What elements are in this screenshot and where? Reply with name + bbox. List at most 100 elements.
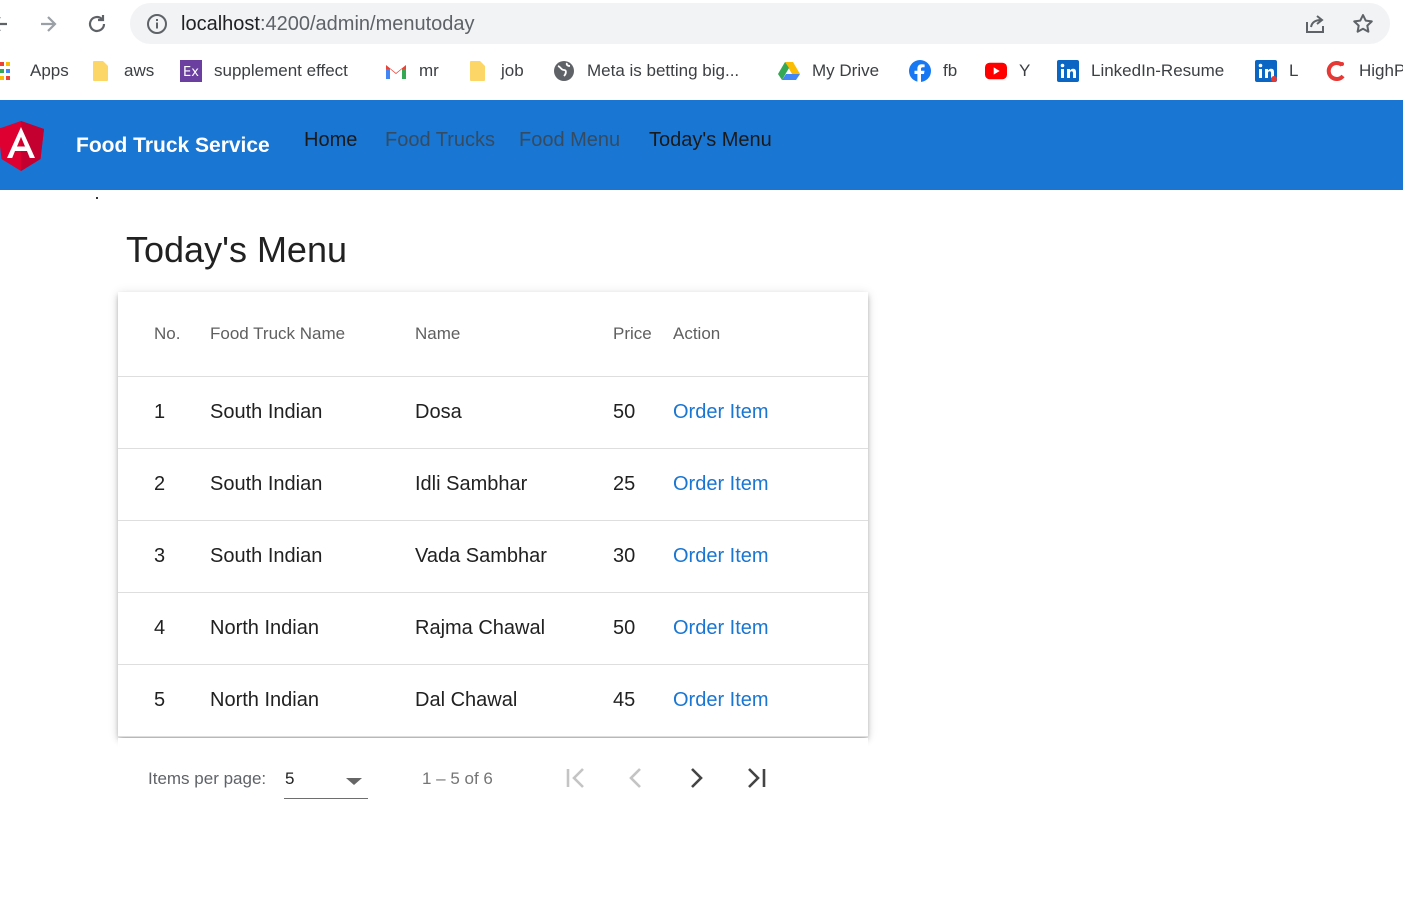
menu-table-card: No. Food Truck Name Name Price Action 1 … xyxy=(118,292,868,737)
bookmark-mr[interactable]: mr xyxy=(385,59,439,83)
nav-home[interactable]: Home xyxy=(304,128,357,152)
cell-truck-name: North Indian xyxy=(210,592,415,665)
stray-dot xyxy=(96,197,98,199)
url-host: localhost xyxy=(181,13,260,35)
cell-action: Order Item xyxy=(673,520,868,593)
cell-no: 1 xyxy=(118,376,210,449)
gmail-icon xyxy=(385,60,407,82)
dropdown-caret-icon xyxy=(346,778,362,785)
bookmark-label: Meta is betting big... xyxy=(587,61,740,80)
url-path: :4200/admin/menutoday xyxy=(259,13,475,35)
bookmark-apps[interactable]: Apps xyxy=(0,59,69,83)
app-toolbar: Food Truck Service Home Food Trucks Food… xyxy=(0,100,1403,190)
bookmark-my-drive[interactable]: My Drive xyxy=(778,59,879,83)
order-item-link[interactable]: Order Item xyxy=(673,473,769,495)
share-icon[interactable] xyxy=(1302,11,1328,37)
table-row: 2 South Indian Idli Sambhar 25 Order Ite… xyxy=(118,448,868,521)
col-header-price[interactable]: Price xyxy=(613,292,673,377)
bookmark-label: HighP xyxy=(1359,61,1403,80)
cell-action: Order Item xyxy=(673,664,868,737)
cell-price: 25 xyxy=(613,448,673,521)
table-header-row: No. Food Truck Name Name Price Action xyxy=(118,292,868,377)
google-drive-icon xyxy=(778,60,800,82)
linkedin-icon xyxy=(1255,60,1277,82)
paginator: Items per page: 5 1 – 5 of 6 xyxy=(118,738,868,820)
back-arrow-icon[interactable] xyxy=(0,8,16,40)
nav-food-trucks[interactable]: Food Trucks xyxy=(385,128,495,152)
cell-name: Dal Chawal xyxy=(415,664,613,737)
apps-grid-icon xyxy=(0,60,18,82)
bookmark-label: Y xyxy=(1019,61,1031,80)
col-header-name[interactable]: Name xyxy=(415,292,613,377)
c-logo-icon xyxy=(1325,60,1347,82)
bookmark-meta-article[interactable]: Meta is betting big... xyxy=(553,59,739,83)
bookmark-label: My Drive xyxy=(812,61,880,80)
next-page-button[interactable] xyxy=(678,760,714,796)
cell-truck-name: North Indian xyxy=(210,664,415,737)
bookmark-label: fb xyxy=(943,61,958,80)
cell-price: 30 xyxy=(613,520,673,593)
table-row: 3 South Indian Vada Sambhar 30 Order Ite… xyxy=(118,520,868,593)
bookmark-highp[interactable]: HighP xyxy=(1325,59,1403,83)
brand-title[interactable]: Food Truck Service xyxy=(76,134,270,158)
bookmark-label: mr xyxy=(419,61,439,80)
reload-icon[interactable] xyxy=(81,8,113,40)
ex-logo-icon: Ex xyxy=(180,60,202,82)
nav-food-menu[interactable]: Food Menu xyxy=(519,128,620,152)
chevron-left-icon xyxy=(629,768,641,788)
table-row: 4 North Indian Rajma Chawal 50 Order Ite… xyxy=(118,592,868,665)
cell-price: 50 xyxy=(613,376,673,449)
bookmark-job[interactable]: job xyxy=(467,59,524,83)
first-page-button[interactable] xyxy=(558,760,594,796)
page-title: Today's Menu xyxy=(126,229,347,270)
cell-no: 5 xyxy=(118,664,210,737)
bookmark-fb[interactable]: fb xyxy=(909,59,957,83)
cell-truck-name: South Indian xyxy=(210,520,415,593)
last-page-button[interactable] xyxy=(738,760,774,796)
order-item-link[interactable]: Order Item xyxy=(673,617,769,639)
order-item-link[interactable]: Order Item xyxy=(673,401,769,423)
angular-logo-icon xyxy=(0,121,44,171)
folder-icon xyxy=(90,60,112,82)
page-size-value: 5 xyxy=(285,769,295,788)
nav-todays-menu[interactable]: Today's Menu xyxy=(649,128,772,152)
site-info-icon[interactable] xyxy=(146,13,168,40)
browser-address-row: localhost:4200/admin/menutoday xyxy=(0,0,1403,48)
col-header-truck-name[interactable]: Food Truck Name xyxy=(210,292,415,377)
address-bar[interactable]: localhost:4200/admin/menutoday xyxy=(130,3,1390,44)
cell-name: Dosa xyxy=(415,376,613,449)
cell-truck-name: South Indian xyxy=(210,448,415,521)
col-header-label: Food Truck Name xyxy=(210,323,346,343)
col-header-label: No. xyxy=(154,323,181,343)
previous-page-button[interactable] xyxy=(618,760,654,796)
first-page-icon xyxy=(566,768,584,788)
order-item-link[interactable]: Order Item xyxy=(673,689,769,711)
cell-name: Vada Sambhar xyxy=(415,520,613,593)
cell-truck-name: South Indian xyxy=(210,376,415,449)
page-size-select[interactable]: 5 xyxy=(284,766,368,799)
forward-arrow-icon[interactable] xyxy=(32,8,64,40)
bookmark-label: supplement effect xyxy=(214,61,348,80)
col-header-no[interactable]: No. xyxy=(118,292,210,377)
globe-icon xyxy=(553,60,575,82)
cell-action: Order Item xyxy=(673,448,868,521)
url-text[interactable]: localhost:4200/admin/menutoday xyxy=(181,13,475,35)
last-page-icon xyxy=(748,768,766,788)
bookmark-youtube[interactable]: Y xyxy=(985,59,1030,83)
bookmark-aws[interactable]: aws xyxy=(90,59,154,83)
bookmarks-bar: Apps aws Ex supplement effect mr job Met… xyxy=(0,50,1403,92)
bookmark-l[interactable]: L xyxy=(1255,59,1298,83)
col-header-label: Action xyxy=(673,323,721,343)
svg-text:Ex: Ex xyxy=(183,65,199,80)
order-item-link[interactable]: Order Item xyxy=(673,545,769,567)
cell-price: 45 xyxy=(613,664,673,737)
cell-no: 2 xyxy=(118,448,210,521)
cell-action: Order Item xyxy=(673,376,868,449)
bookmark-linkedin-resume[interactable]: LinkedIn-Resume xyxy=(1057,59,1224,83)
bookmark-supplement-effect[interactable]: Ex supplement effect xyxy=(180,59,348,83)
items-per-page-label: Items per page: xyxy=(148,769,267,788)
cell-name: Rajma Chawal xyxy=(415,592,613,665)
bookmark-star-icon[interactable] xyxy=(1350,11,1376,37)
bookmark-label: Apps xyxy=(30,61,69,80)
cell-no: 3 xyxy=(118,520,210,593)
